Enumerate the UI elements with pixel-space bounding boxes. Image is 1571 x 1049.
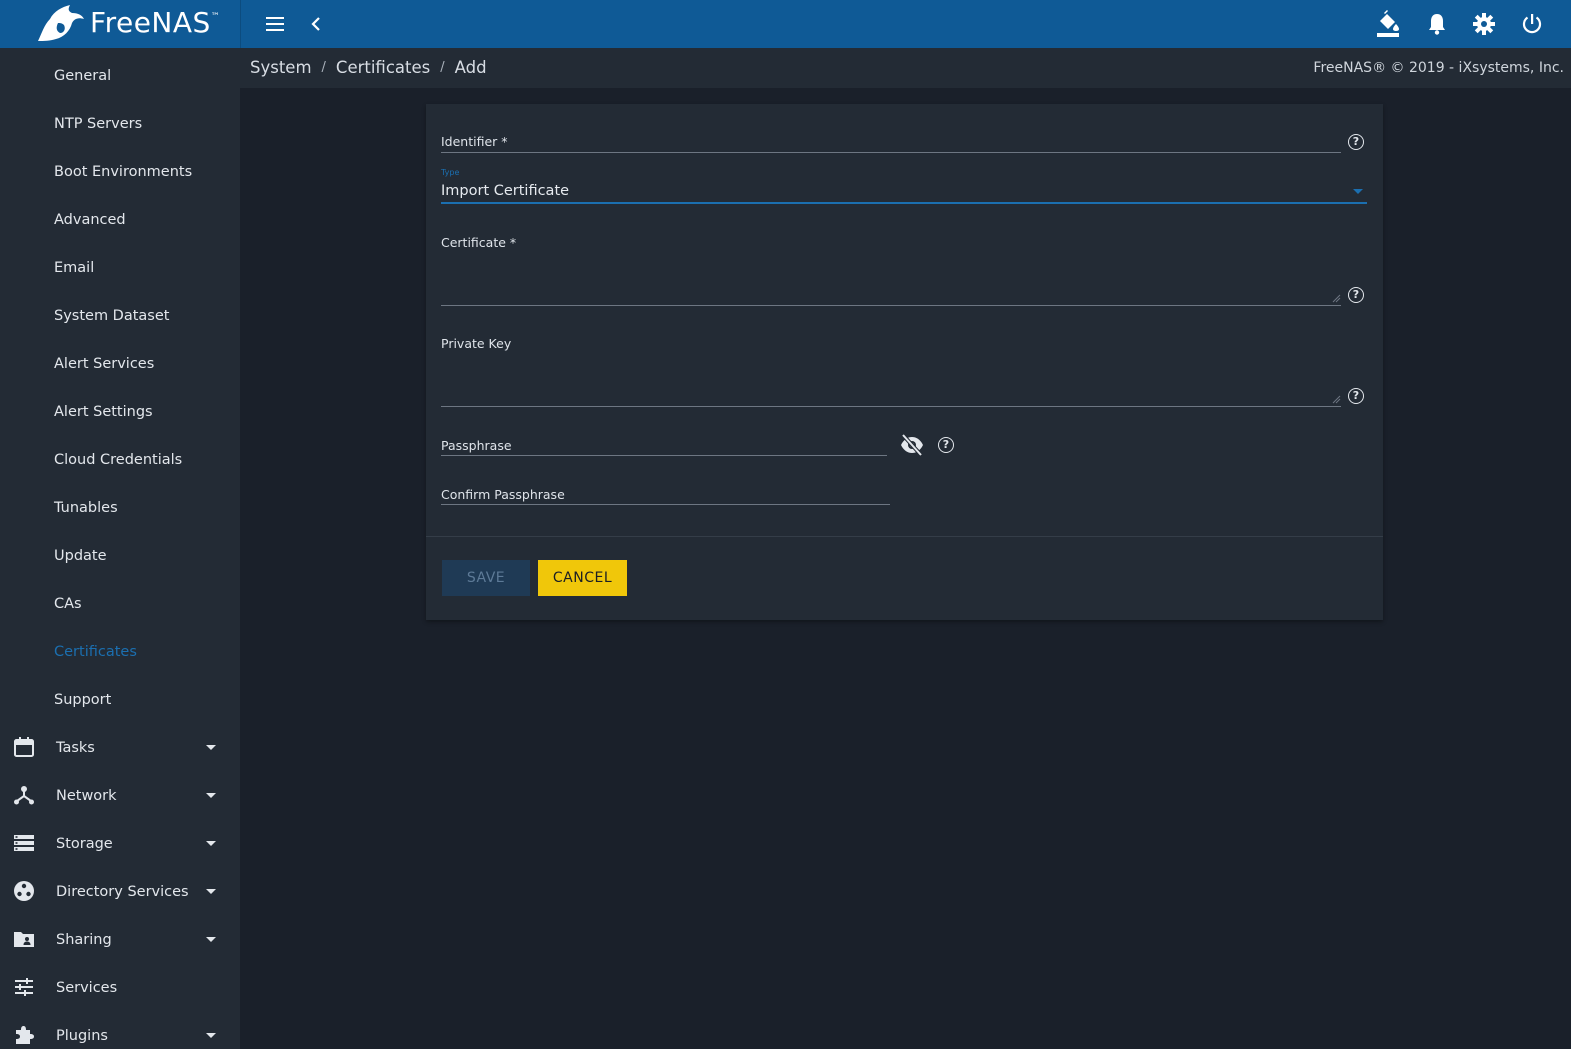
identifier-help-icon[interactable]: ? — [1348, 134, 1364, 150]
storage-icon — [13, 832, 35, 858]
sidebar-item-certificates[interactable]: Certificates — [0, 628, 240, 676]
menu-icon[interactable] — [264, 12, 286, 40]
breadcrumb-separator: / — [321, 60, 326, 75]
confirm-passphrase-field-label: Confirm Passphrase — [441, 487, 565, 502]
passphrase-input[interactable] — [441, 455, 887, 456]
settings-gear-icon[interactable] — [1472, 12, 1496, 40]
add-certificate-form: Identifier * ? Type Import Certificate C… — [426, 104, 1383, 620]
sidebar-item-label: Boot Environments — [54, 164, 193, 180]
confirm-passphrase-input[interactable] — [441, 504, 890, 505]
sidebar-section-network[interactable]: Network — [0, 772, 240, 820]
sidebar-section-services[interactable]: Services — [0, 964, 240, 1012]
back-chevron-icon[interactable] — [306, 12, 326, 40]
identifier-input[interactable] — [441, 152, 1341, 153]
type-select-value[interactable]: Import Certificate — [441, 183, 569, 199]
top-bar: FreeNAS™ — [0, 0, 1571, 48]
freenas-shark-logo-icon — [38, 5, 84, 41]
certificate-textarea[interactable] — [441, 305, 1341, 306]
sidebar: General NTP Servers Boot Environments Ad… — [0, 48, 240, 1049]
certificate-field-label: Certificate * — [441, 235, 517, 250]
private-key-help-icon[interactable]: ? — [1348, 388, 1364, 404]
private-key-textarea[interactable] — [441, 406, 1341, 407]
sidebar-item-alert-services[interactable]: Alert Services — [0, 340, 240, 388]
sidebar-item-tunables[interactable]: Tunables — [0, 484, 240, 532]
sidebar-item-email[interactable]: Email — [0, 244, 240, 292]
plugins-puzzle-icon — [13, 1024, 35, 1049]
sidebar-section-sharing[interactable]: Sharing — [0, 916, 240, 964]
sidebar-item-alert-settings[interactable]: Alert Settings — [0, 388, 240, 436]
sidebar-item-label: Update — [54, 548, 107, 564]
sidebar-item-label: Advanced — [54, 212, 126, 228]
sidebar-item-label: Alert Services — [54, 356, 155, 372]
directory-services-icon — [13, 880, 35, 906]
calendar-icon — [13, 736, 35, 762]
expand-caret-icon — [206, 793, 216, 798]
expand-caret-icon — [206, 889, 216, 894]
breadcrumb-add: Add — [454, 58, 487, 77]
sidebar-section-storage[interactable]: Storage — [0, 820, 240, 868]
sidebar-section-label: Plugins — [56, 1028, 108, 1044]
sidebar-section-label: Directory Services — [56, 884, 189, 900]
sidebar-item-label: Support — [54, 692, 112, 708]
type-select[interactable] — [441, 202, 1367, 204]
sidebar-section-label: Sharing — [56, 932, 112, 948]
power-icon[interactable] — [1520, 12, 1544, 40]
expand-caret-icon — [206, 1033, 216, 1038]
passphrase-field-label: Passphrase — [441, 438, 512, 453]
expand-caret-icon — [206, 745, 216, 750]
notifications-bell-icon[interactable] — [1426, 12, 1448, 40]
sidebar-item-support[interactable]: Support — [0, 676, 240, 724]
sidebar-item-label: Email — [54, 260, 95, 276]
sidebar-item-boot-environments[interactable]: Boot Environments — [0, 148, 240, 196]
breadcrumb: System / Certificates / Add — [250, 58, 487, 77]
identifier-field-label: Identifier * — [441, 134, 508, 149]
sidebar-item-label: Certificates — [54, 644, 137, 660]
sharing-folder-icon — [13, 928, 35, 954]
visibility-off-eye-icon[interactable] — [900, 433, 924, 460]
save-button[interactable]: SAVE — [442, 560, 530, 596]
sidebar-item-advanced[interactable]: Advanced — [0, 196, 240, 244]
services-tune-icon — [13, 976, 35, 1002]
brand-name: FreeNAS™ — [90, 6, 221, 39]
breadcrumb-bar: System / Certificates / Add FreeNAS® © 2… — [240, 48, 1571, 88]
theme-paint-bucket-icon[interactable] — [1375, 10, 1401, 42]
sidebar-item-label: General — [54, 68, 112, 84]
breadcrumb-system[interactable]: System — [250, 58, 312, 77]
sidebar-item-label: Alert Settings — [54, 404, 153, 420]
resize-grip-icon[interactable] — [1331, 293, 1341, 303]
sidebar-section-label: Storage — [56, 836, 113, 852]
sidebar-item-update[interactable]: Update — [0, 532, 240, 580]
sidebar-section-directory-services[interactable]: Directory Services — [0, 868, 240, 916]
sidebar-item-cloud-credentials[interactable]: Cloud Credentials — [0, 436, 240, 484]
breadcrumb-separator: / — [440, 60, 445, 75]
sidebar-item-label: CAs — [54, 596, 82, 612]
cancel-button[interactable]: CANCEL — [538, 560, 627, 596]
sidebar-section-label: Network — [56, 788, 117, 804]
form-divider — [426, 536, 1383, 537]
sidebar-item-system-dataset[interactable]: System Dataset — [0, 292, 240, 340]
sidebar-item-cas[interactable]: CAs — [0, 580, 240, 628]
sidebar-section-label: Services — [56, 980, 118, 996]
type-field-label: Type — [441, 168, 460, 177]
expand-caret-icon — [206, 937, 216, 942]
brand[interactable]: FreeNAS™ — [0, 0, 241, 48]
sidebar-item-label: NTP Servers — [54, 116, 143, 132]
sidebar-section-tasks[interactable]: Tasks — [0, 724, 240, 772]
type-dropdown-arrow-icon[interactable] — [1353, 189, 1363, 194]
network-icon — [13, 784, 35, 810]
certificate-help-icon[interactable]: ? — [1348, 287, 1364, 303]
sidebar-section-plugins[interactable]: Plugins — [0, 1012, 240, 1049]
expand-caret-icon — [206, 841, 216, 846]
passphrase-help-icon[interactable]: ? — [938, 437, 954, 453]
sidebar-section-label: Tasks — [56, 740, 95, 756]
copyright-text: FreeNAS® © 2019 - iXsystems, Inc. — [1313, 60, 1564, 76]
sidebar-item-label: Tunables — [54, 500, 118, 516]
breadcrumb-certificates[interactable]: Certificates — [336, 58, 430, 77]
sidebar-item-label: System Dataset — [54, 308, 170, 324]
private-key-field-label: Private Key — [441, 336, 512, 351]
sidebar-item-ntp-servers[interactable]: NTP Servers — [0, 100, 240, 148]
resize-grip-icon[interactable] — [1331, 394, 1341, 404]
sidebar-item-label: Cloud Credentials — [54, 452, 183, 468]
sidebar-item-general[interactable]: General — [0, 52, 240, 100]
